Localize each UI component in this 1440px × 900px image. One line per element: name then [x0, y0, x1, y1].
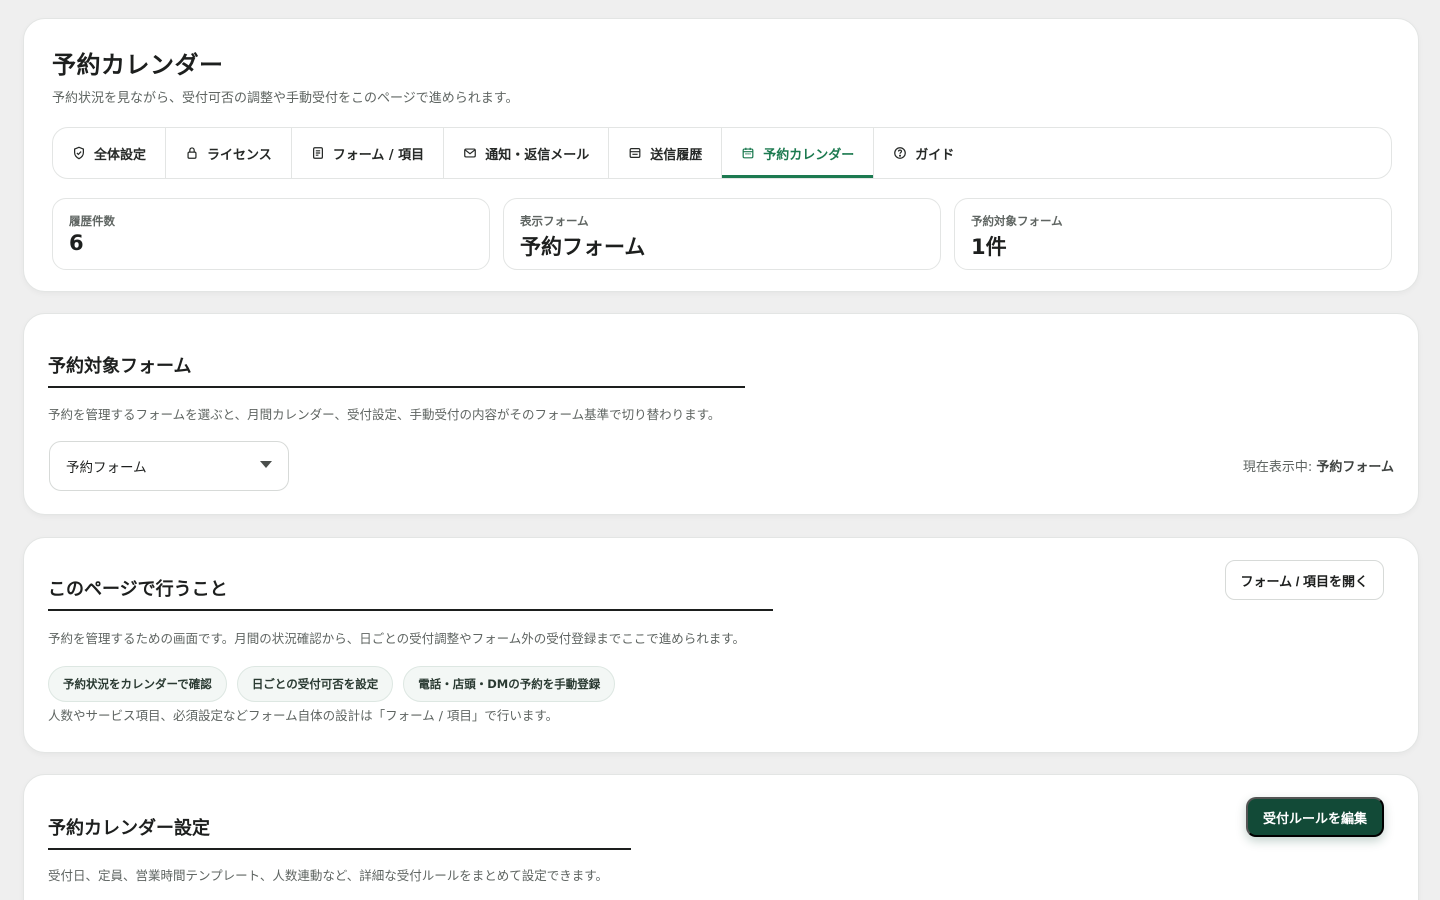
current-view-value: 予約フォーム — [1316, 460, 1394, 475]
tab-license[interactable]: ライセンス — [166, 128, 292, 178]
edit-rules-button[interactable]: 受付ルールを編集 — [1245, 797, 1384, 837]
history-icon — [629, 148, 641, 158]
chip-view-calendar[interactable]: 予約状況をカレンダーで確認 — [48, 666, 227, 702]
stat-value: 6 — [69, 231, 84, 255]
chevron-down-icon — [260, 460, 272, 468]
tab-form-fields[interactable]: フォーム / 項目 — [292, 128, 445, 178]
stat-label: 表示フォーム — [520, 214, 589, 228]
current-view-label: 現在表示中: — [1242, 460, 1313, 475]
tab-label: ライセンス — [207, 147, 272, 163]
stat-target-forms: 予約対象フォーム 1件 — [954, 198, 1392, 270]
tab-reservation-calendar[interactable]: 予約カレンダー — [722, 128, 875, 178]
lock-icon — [187, 147, 197, 159]
tab-general-settings[interactable]: 全体設定 — [53, 128, 167, 178]
stat-display-form: 表示フォーム 予約フォーム — [503, 198, 941, 270]
page-subtitle: 予約状況を見ながら、受付可否の調整や手動受付をこのページで進められます。 — [52, 91, 519, 106]
section-title: 予約カレンダー設定 — [48, 814, 631, 850]
form-select[interactable]: 予約フォーム — [49, 441, 289, 491]
section-note: 人数やサービス項目、必須設定などフォーム自体の設計は「フォーム / 項目」で行い… — [48, 708, 559, 723]
tab-label: 送信履歴 — [650, 147, 703, 163]
page-purpose-card: このページで行うこと フォーム / 項目を開く 予約を管理するための画面です。月… — [23, 537, 1419, 753]
section-description: 受付日、定員、営業時間テンプレート、人数連動など、詳細な受付ルールをまとめて設定… — [48, 868, 609, 883]
page-title: 予約カレンダー — [52, 51, 224, 79]
help-icon — [894, 147, 907, 159]
document-icon — [312, 147, 323, 159]
chip-manual-registration[interactable]: 電話・店頭・DMの予約を手動登録 — [403, 666, 616, 702]
header-card: 予約カレンダー 予約状況を見ながら、受付可否の調整や手動受付をこのページで進めら… — [23, 18, 1419, 292]
feature-chips: 予約状況をカレンダーで確認 日ごとの受付可否を設定 電話・店頭・DMの予約を手動… — [48, 666, 616, 702]
open-form-fields-button[interactable]: フォーム / 項目を開く — [1224, 560, 1384, 600]
tab-label: 通知・返信メール — [485, 147, 590, 163]
mail-icon — [464, 148, 477, 158]
tab-guide[interactable]: ガイド — [874, 128, 973, 178]
tab-label: 全体設定 — [94, 147, 147, 163]
tab-label: 予約カレンダー — [763, 147, 855, 163]
stat-history-count: 履歴件数 6 — [52, 198, 490, 270]
section-title: 予約対象フォーム — [48, 352, 745, 388]
target-form-card: 予約対象フォーム 予約を管理するフォームを選ぶと、月間カレンダー、受付設定、手動… — [23, 313, 1419, 515]
tab-label: ガイド — [915, 147, 955, 163]
section-title: このページで行うこと — [48, 575, 773, 611]
tab-notification-mail[interactable]: 通知・返信メール — [444, 128, 610, 178]
calendar-settings-card: 予約カレンダー設定 受付ルールを編集 受付日、定員、営業時間テンプレート、人数連… — [23, 774, 1419, 900]
form-select-value: 予約フォーム — [66, 460, 147, 476]
tab-send-history[interactable]: 送信履歴 — [609, 128, 723, 178]
stat-value: 予約フォーム — [520, 235, 646, 259]
stat-label: 履歴件数 — [69, 214, 115, 228]
calendar-icon — [742, 147, 754, 159]
section-description: 予約を管理するフォームを選ぶと、月間カレンダー、受付設定、手動受付の内容がそのフ… — [48, 407, 721, 422]
stat-value: 1件 — [971, 235, 1007, 259]
section-description: 予約を管理するための画面です。月間の状況確認から、日ごとの受付調整やフォーム外の… — [48, 631, 746, 646]
tab-bar: 全体設定 ライセンス フォーム / 項目 通知・返信メール 送信履歴 予約カレン… — [52, 127, 1392, 179]
shield-check-icon — [74, 146, 84, 160]
chip-daily-availability[interactable]: 日ごとの受付可否を設定 — [236, 666, 394, 702]
tab-label: フォーム / 項目 — [332, 147, 425, 163]
stat-label: 予約対象フォーム — [971, 214, 1063, 228]
stats-row: 履歴件数 6 表示フォーム 予約フォーム 予約対象フォーム 1件 — [52, 198, 1392, 270]
current-view-indicator: 現在表示中: 予約フォーム — [1243, 456, 1394, 475]
